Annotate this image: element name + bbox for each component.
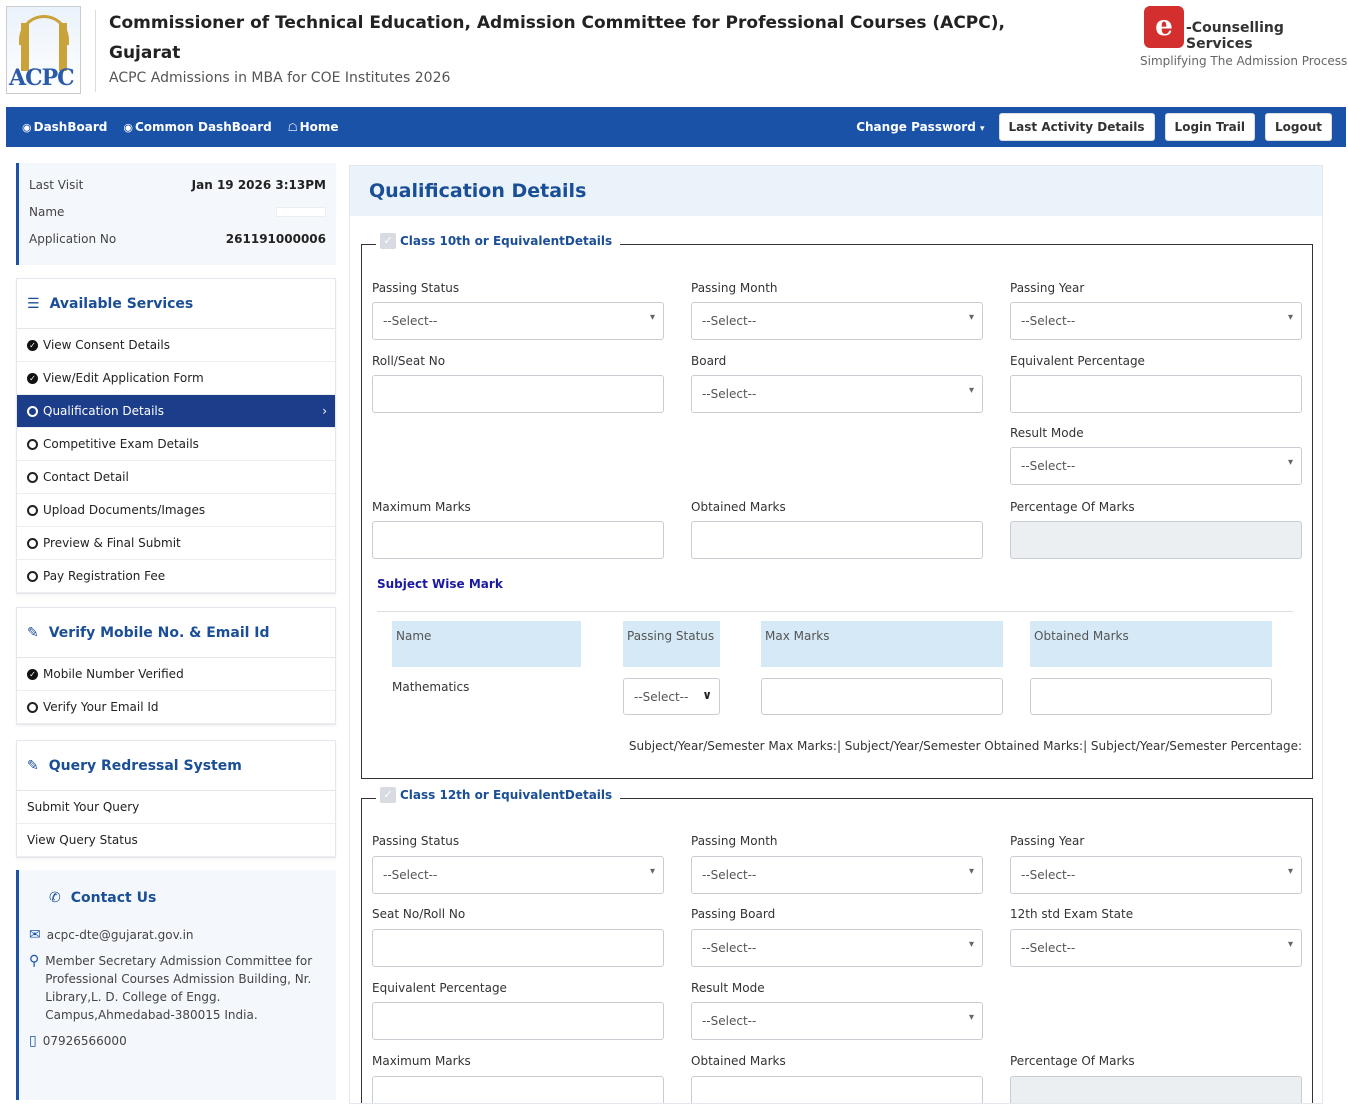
top-navbar: ◉ DashBoard ◉ Common DashBoard ☖ Home Chang… [6, 107, 1346, 147]
site-title: Commissioner of Technical Education, Adm… [109, 13, 1005, 63]
class12-equivalent-percentage-input[interactable] [372, 1002, 664, 1040]
page-header: ACPC Commissioner of Technical Education… [0, 0, 1348, 104]
nav-dashboard-link[interactable]: ◉ DashBoard [22, 120, 107, 134]
phone-icon: ✆ [49, 890, 61, 906]
class10-passing-year-select[interactable]: --Select-- [1010, 302, 1302, 340]
subject-passing-status-select[interactable]: --Select-- [623, 678, 720, 715]
contact-phone: ▯ 07926566000 [29, 1033, 127, 1049]
edit-icon: ✎ [27, 624, 39, 641]
class12-result-mode-select[interactable]: --Select-- [691, 1002, 983, 1040]
mobile-icon: ▯ [29, 1033, 37, 1049]
checkbox-checked-icon: ✓ [380, 233, 396, 249]
sidebar-item-verify-email[interactable]: Verify Your Email Id [17, 691, 335, 724]
subject-name: Mathematics [392, 680, 470, 694]
class12-passing-board-select[interactable]: --Select-- [691, 929, 983, 967]
logout-button[interactable]: Logout [1264, 113, 1332, 141]
dashboard-icon: ◉ [22, 120, 32, 134]
nav-home-link[interactable]: ☖ Home [288, 120, 339, 134]
counselling-services-logo: e -Counselling Services Simplifying The … [1140, 6, 1347, 76]
clock-icon [27, 405, 38, 417]
class12-passing-year-select[interactable]: --Select-- [1010, 856, 1302, 894]
class10-legend[interactable]: ✓ Class 10th or EquivalentDetails [376, 233, 621, 249]
subject-wise-mark-heading: Subject Wise Mark [377, 577, 503, 591]
sidebar-item-competitive-exam[interactable]: Competitive Exam Details [17, 428, 335, 461]
verify-panel: ✎ Verify Mobile No. & Email Id ✓ Mobile Nu… [16, 607, 336, 725]
class10-passing-month-select[interactable]: --Select-- [691, 302, 983, 340]
map-marker-icon: ⚲ [29, 953, 40, 969]
sidebar-item-submit-query[interactable]: Submit Your Query [17, 791, 335, 824]
subject-obtained-marks-input[interactable] [1030, 678, 1272, 715]
subject-summary: Subject/Year/Semester Max Marks:| Subjec… [628, 739, 1302, 753]
class10-passing-status-select[interactable]: --Select-- [372, 302, 664, 340]
login-trail-button[interactable]: Login Trail [1164, 113, 1255, 141]
sidebar-item-view-consent[interactable]: ✓ View Consent Details [17, 329, 335, 362]
class12-obtained-marks-input[interactable] [691, 1076, 983, 1103]
clock-icon [27, 570, 38, 582]
class10-result-mode-select[interactable]: --Select-- [1010, 447, 1302, 485]
home-icon: ☖ [287, 120, 298, 134]
chevron-right-icon: › [322, 404, 327, 418]
class12-percentage-readonly [1010, 1076, 1302, 1103]
class12-max-marks-input[interactable] [372, 1076, 664, 1103]
contact-panel: ✆ Contact Us ✉ acpc-dte@gujarat.gov.in ⚲ Me… [16, 870, 336, 1100]
contact-address: ⚲ Member Secretary Admission Committee fo… [29, 953, 313, 1022]
sidebar-item-edit-application[interactable]: ✓ View/Edit Application Form [17, 362, 335, 395]
clock-icon [27, 438, 38, 450]
class12-exam-state-select[interactable]: --Select-- [1010, 929, 1302, 967]
clock-icon [27, 537, 38, 549]
available-services-panel: ☰ Available Services ✓ View Consent Detail… [16, 278, 336, 594]
sidebar-item-pay-fee[interactable]: Pay Registration Fee [17, 560, 335, 593]
change-password-dropdown[interactable]: Change Password ▾ [856, 120, 984, 134]
envelope-icon: ✉ [29, 927, 41, 943]
col-header-max-marks: Max Marks [761, 621, 1003, 667]
qualification-panel: Qualification Details ✓ Class 10th or Equ… [349, 165, 1323, 1104]
query-panel: ✎ Query Redressal System Submit Your Quer… [16, 740, 336, 858]
name-value [276, 206, 326, 217]
page-title: Qualification Details [350, 166, 1322, 216]
class10-percentage-readonly [1010, 521, 1302, 559]
class10-section: ✓ Class 10th or EquivalentDetails Passing… [361, 233, 1313, 779]
col-header-name: Name [392, 621, 581, 667]
contact-email: ✉ acpc-dte@gujarat.gov.in [29, 927, 194, 943]
class12-seat-roll-input[interactable] [372, 929, 664, 967]
sidebar-item-mobile-verified[interactable]: ✓ Mobile Number Verified [17, 658, 335, 691]
class10-board-select[interactable]: --Select-- [691, 375, 983, 413]
sidebar-item-contact-detail[interactable]: Contact Detail [17, 461, 335, 494]
dashboard-icon: ◉ [123, 120, 133, 134]
last-visit-card: Last Visit Jan 19 2026 3:13PM Name Applic… [16, 163, 336, 265]
check-circle-icon: ✓ [27, 339, 38, 351]
class12-passing-status-select[interactable]: --Select-- [372, 856, 664, 894]
sidebar-item-qualification[interactable]: Qualification Details › [17, 395, 335, 428]
class12-legend[interactable]: ✓ Class 12th or EquivalentDetails [376, 787, 621, 803]
sidebar-item-preview-submit[interactable]: Preview & Final Submit [17, 527, 335, 560]
nav-common-dashboard-link[interactable]: ◉ Common DashBoard [123, 120, 271, 134]
class10-equivalent-percentage-input[interactable] [1010, 375, 1302, 413]
class12-section: ✓ Class 12th or EquivalentDetails Passing… [361, 787, 1313, 1103]
check-circle-icon: ✓ [27, 372, 38, 384]
clock-icon [27, 504, 38, 516]
class10-obtained-marks-input[interactable] [691, 521, 983, 559]
application-no-value: 261191000006 [225, 231, 326, 246]
class10-roll-seat-input[interactable] [372, 375, 664, 413]
col-header-passing-status: Passing Status [623, 621, 720, 667]
clock-icon [27, 471, 38, 483]
last-activity-button[interactable]: Last Activity Details [998, 113, 1155, 141]
col-header-obtained-marks: Obtained Marks [1030, 621, 1272, 667]
subject-max-marks-input[interactable] [761, 678, 1003, 715]
site-subtitle: ACPC Admissions in MBA for COE Institute… [109, 70, 451, 86]
sidebar-item-query-status[interactable]: View Query Status [17, 824, 335, 857]
last-visit-value: Jan 19 2026 3:13PM [191, 177, 326, 192]
check-circle-icon: ✓ [27, 668, 38, 680]
class10-max-marks-input[interactable] [372, 521, 664, 559]
list-icon: ☰ [27, 295, 40, 312]
checkbox-checked-icon: ✓ [380, 787, 396, 803]
class12-passing-month-select[interactable]: --Select-- [691, 856, 983, 894]
edit-icon: ✎ [27, 757, 39, 774]
clock-icon [27, 701, 38, 713]
sidebar-item-upload-documents[interactable]: Upload Documents/Images [17, 494, 335, 527]
acpc-logo: ACPC [6, 6, 81, 94]
